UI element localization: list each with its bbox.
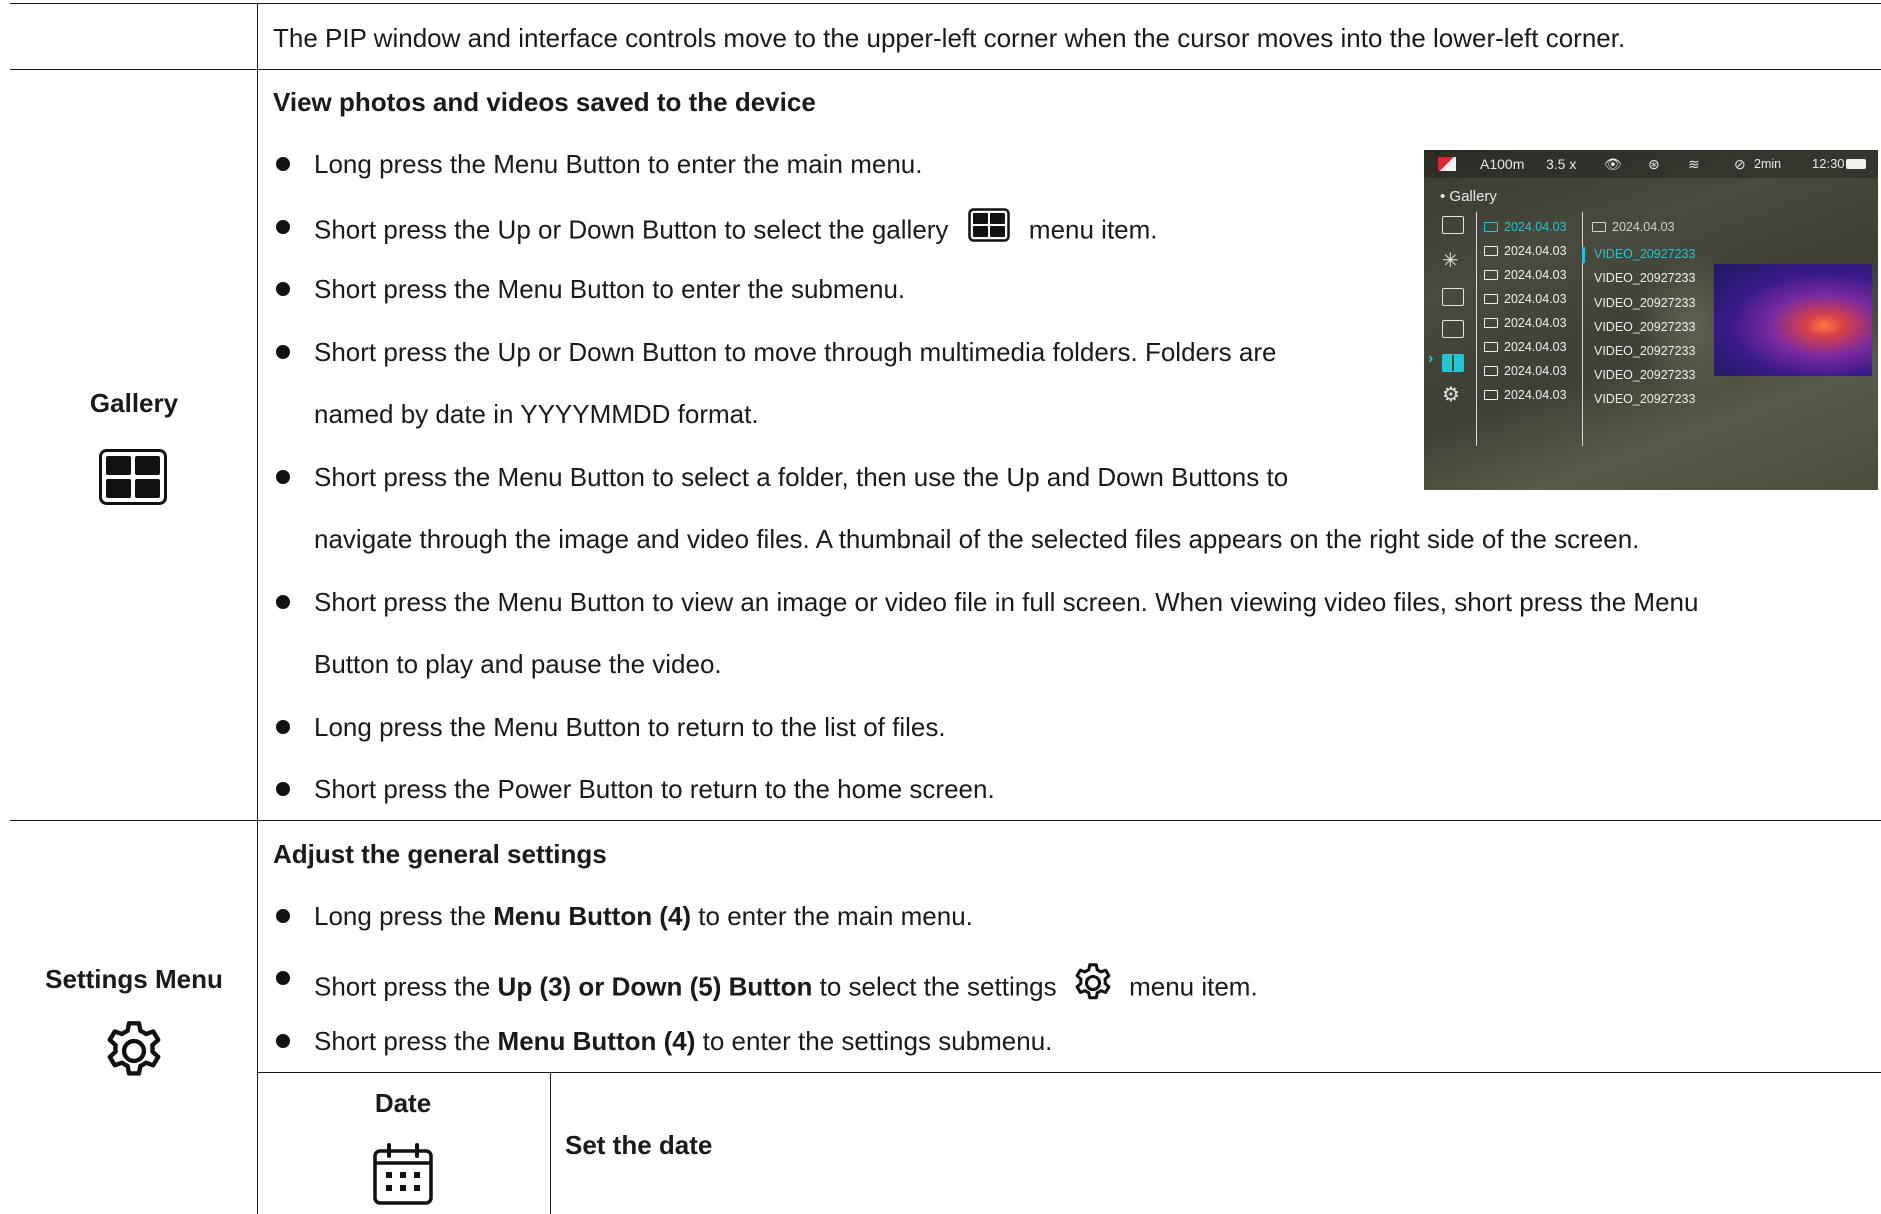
display-icon: [1442, 288, 1464, 306]
list-item-text: to select the settings: [812, 971, 1064, 1002]
pip-icon: [1442, 320, 1464, 338]
battery-icon: [1846, 159, 1866, 169]
gear-icon: [1070, 960, 1116, 1013]
aperture-icon: ⊛: [1648, 156, 1660, 172]
list-item: Long press the Menu Button to enter the …: [314, 149, 923, 179]
bullet-dot: [276, 971, 290, 985]
list-item-continuation: named by date in YYYYMMDD format.: [314, 399, 759, 429]
list-item: Short press the Up (3) or Down (5) Butto…: [314, 962, 1258, 1015]
settings-label: Settings Menu: [45, 964, 223, 994]
list-item: Short press the Menu Button to view an i…: [314, 587, 1699, 617]
settings-menu-icon: ⚙: [1442, 384, 1460, 406]
gallery-label: Gallery: [89, 388, 179, 418]
date-label: Date: [374, 1088, 432, 1118]
brightness-icon: ✳: [1442, 250, 1459, 272]
folder-item: 2024.04.03: [1484, 388, 1567, 402]
list-item: Short press the Power Button to return t…: [314, 774, 995, 804]
file-selection-marker: [1582, 247, 1585, 263]
device-status-bar: A100m 3.5 x 👁 ⊛ ≋ ⊘ 2min 12:30: [1424, 150, 1878, 178]
video-file: VIDEO_20927233: [1594, 320, 1696, 334]
list-item: Short press the Up or Down Button to sel…: [314, 208, 1158, 252]
gallery-icon: [99, 449, 167, 505]
video-file: VIDEO_20927233: [1594, 344, 1696, 358]
video-file: VIDEO_20927233: [1594, 296, 1696, 310]
list-item-text: to enter the main menu.: [691, 901, 973, 931]
list-item: Short press the Up or Down Button to mov…: [314, 337, 1277, 367]
gallery-screen-title: • Gallery: [1440, 188, 1497, 205]
wifi-icon: ≋: [1688, 156, 1700, 172]
date-heading: Set the date: [565, 1130, 713, 1160]
gallery-menu-icon: [1442, 354, 1464, 372]
screen-off-icon: ⊘: [1734, 156, 1746, 172]
up-down-button-ref: Up (3) or Down (5) Button: [497, 971, 813, 1002]
folder-item: 2024.04.03: [1484, 268, 1567, 282]
bullet-dot: [276, 220, 290, 234]
list-item: Long press the Menu Button (4) to enter …: [314, 900, 973, 932]
folder-item: 2024.04.03: [1484, 244, 1567, 258]
row-divider-settings: [10, 820, 1881, 821]
video-file: VIDEO_20927233: [1594, 271, 1696, 285]
bullet-dot: [276, 720, 290, 734]
thumbnail-preview: [1714, 264, 1872, 376]
video-file-selected: VIDEO_20927233: [1594, 247, 1696, 261]
subcolumn-divider: [550, 1072, 551, 1214]
eye-icon: 👁: [1604, 156, 1622, 172]
menu-column-line: [1476, 212, 1477, 446]
list-item-continuation: navigate through the image and video fil…: [314, 524, 1640, 554]
bullet-dot: [276, 595, 290, 609]
palette-icon: [1438, 157, 1456, 171]
bullet-dot: [276, 909, 290, 923]
current-folder-label: 2024.04.03: [1592, 220, 1675, 234]
bullet-dot: [276, 1034, 290, 1048]
folder-item: 2024.04.03: [1484, 316, 1567, 330]
selection-chevron-icon: ›: [1428, 350, 1434, 367]
list-item: Short press the Menu Button to enter the…: [314, 274, 906, 304]
bullet-dot: [276, 345, 290, 359]
calendar-icon: [372, 1143, 434, 1207]
pip-description: The PIP window and interface controls mo…: [273, 23, 1626, 53]
device-gallery-screenshot: A100m 3.5 x 👁 ⊛ ≋ ⊘ 2min 12:30 • Gallery…: [1424, 150, 1878, 490]
folder-item-selected: 2024.04.03: [1484, 220, 1567, 234]
list-item-text: Short press the Up or Down Button to sel…: [314, 214, 949, 245]
gallery-icon: [967, 208, 1010, 249]
list-item-text: Short press the: [314, 1026, 498, 1056]
list-item-text: Short press the: [314, 971, 498, 1002]
list-item: Short press the Menu Button (4) to enter…: [314, 1025, 1052, 1057]
bullet-dot: [276, 157, 290, 171]
folder-item: 2024.04.03: [1484, 292, 1567, 306]
list-item-text: to enter the settings submenu.: [695, 1026, 1053, 1056]
row-divider-gallery: [10, 69, 1881, 70]
video-file: VIDEO_20927233: [1594, 392, 1696, 406]
folder-item: 2024.04.03: [1484, 364, 1567, 378]
list-item: Long press the Menu Button to return to …: [314, 712, 946, 742]
gear-icon: [99, 1016, 169, 1086]
list-item-text: menu item.: [1121, 971, 1258, 1002]
video-file: VIDEO_20927233: [1594, 368, 1696, 382]
row-divider-date: [258, 1072, 1881, 1073]
column-divider: [257, 3, 258, 1214]
menu-button-ref: Menu Button (4): [493, 901, 692, 931]
list-item-text: menu item.: [1028, 214, 1158, 245]
timer-readout: 2min: [1754, 157, 1782, 171]
list-item-continuation: Button to play and pause the video.: [314, 649, 722, 679]
bullet-dot: [276, 282, 290, 296]
bullet-dot: [276, 782, 290, 796]
folder-item: 2024.04.03: [1484, 340, 1567, 354]
gallery-heading: View photos and videos saved to the devi…: [273, 87, 816, 117]
menu-button-ref: Menu Button (4): [497, 1026, 696, 1056]
range-readout: A100m: [1480, 156, 1525, 172]
list-item-text: Long press the: [314, 901, 494, 931]
settings-heading: Adjust the general settings: [273, 839, 607, 869]
clock-readout: 12:30: [1812, 156, 1845, 171]
zoom-readout: 3.5 x: [1546, 156, 1577, 172]
bullet-dot: [276, 470, 290, 484]
table-top-border: [10, 3, 1881, 4]
image-settings-icon: [1442, 216, 1464, 234]
list-item: Short press the Menu Button to select a …: [314, 462, 1289, 492]
